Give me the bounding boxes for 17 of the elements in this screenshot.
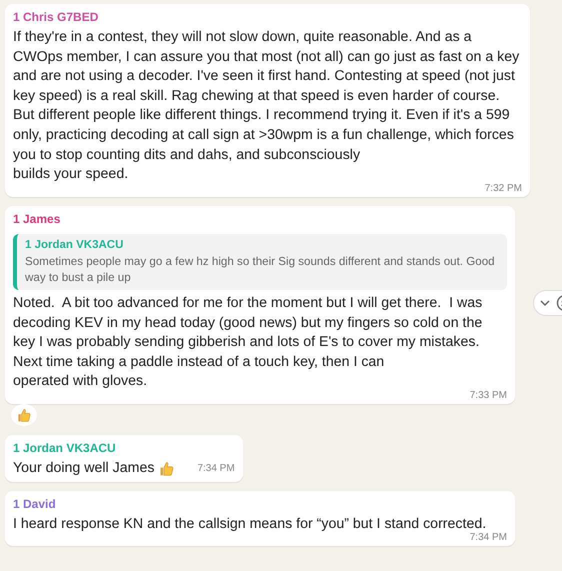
message-time: 7:34 PM: [197, 462, 235, 476]
sender-name: 1 Chris G7BED: [13, 9, 100, 26]
message-time: 7:33 PM: [470, 390, 507, 401]
quoted-sender: 1 Jordan VK3ACU: [25, 238, 124, 253]
quoted-text: Sometimes people may go a few hz high so their Sig sounds different and stands out. Good way to bust a pile up: [25, 254, 496, 286]
message-text: If they're in a contest, they will not slow down, quite reasonable. And as a CWOps member, I can assure you that most (not all) can go just as fast on a key and are not using a decoder. I've seen it first hand. Contesting at speed (not just key speed) is a real skill. Rag chewing at that speed is even harder of course. But different people like different things. I recommend trying it. Even if it's a 599 only, practicing decoding at call sign at >30wpm is a fun challenge, which forces you to stop counting dits and dahs, and subconsciously builds your speed.: [13, 28, 520, 184]
chevron-down-icon[interactable]: [540, 298, 550, 307]
message-time: 7:32 PM: [484, 182, 522, 194]
sender-name: 1 Jordan VK3ACU: [13, 440, 117, 457]
sender-name: 1 David: [13, 496, 57, 513]
message-text: Noted. A bit too advanced for me for the moment but I will get there. I was decoding KEV in my head today (good news) but my fingers so cold on the key I was probably sending gibberish and lots of E's to cover my mistakes. Next time taking a paddle instead of a touch key, then I can operated with gloves.: [13, 294, 484, 391]
sender-name: 1 James: [13, 210, 62, 228]
message-text: I heard response KN and the callsign means for “you” but I stand corrected.: [13, 514, 488, 533]
quoted-message[interactable]: 1 Jordan VK3ACU Sometimes people may go a few hz high so their Sig sounds different and stands out. Good way to bust a pile up: [13, 234, 507, 290]
message-time: 7:34 PM: [470, 532, 507, 544]
message-text: Your doing well James: [13, 458, 154, 478]
thumbs-up-icon: [16, 406, 32, 423]
